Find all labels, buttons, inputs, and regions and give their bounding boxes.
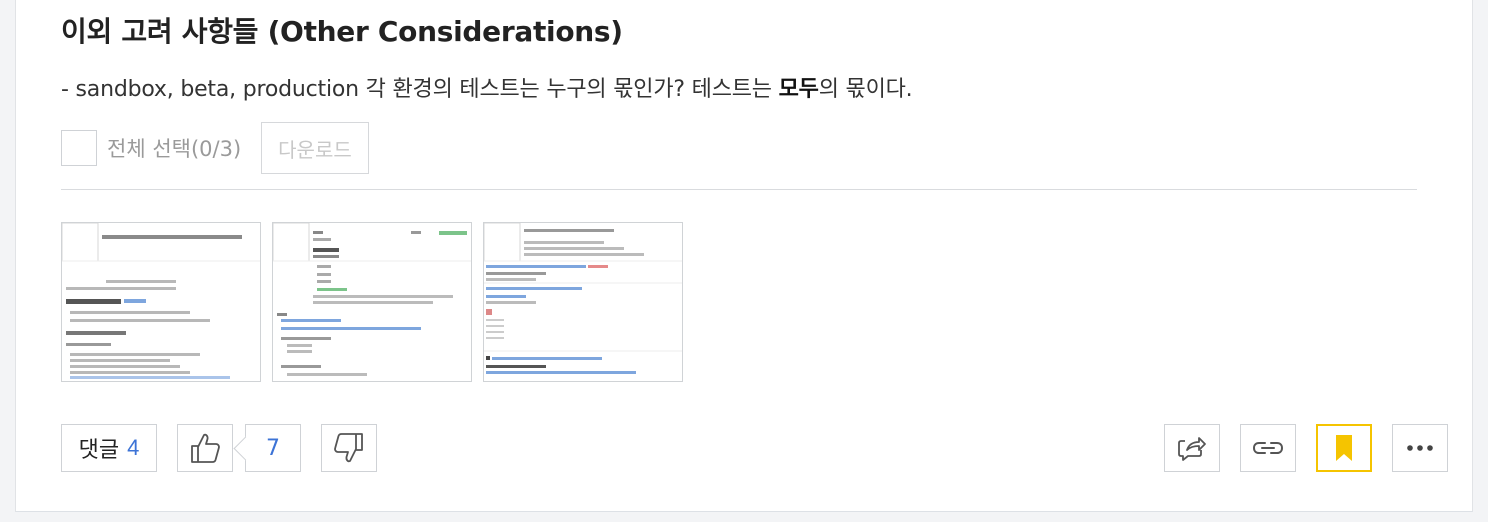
thumbs-down-icon xyxy=(334,433,363,463)
thumbs-up-icon xyxy=(191,433,220,463)
divider xyxy=(61,189,1417,190)
attachment-thumbnail[interactable] xyxy=(61,222,261,382)
post-actions xyxy=(1164,424,1448,472)
desc-text-after: 의 몫이다. xyxy=(818,77,913,102)
section-description: - sandbox, beta, production 각 환경의 테스트는 누… xyxy=(61,71,913,103)
comment-button[interactable]: 댓글 4 xyxy=(61,424,157,472)
like-count: 7 xyxy=(245,424,301,472)
dislike-button[interactable] xyxy=(321,424,377,472)
select-all-label[interactable]: 전체 선택(0/3) xyxy=(107,133,241,163)
desc-text-bold: 모두 xyxy=(778,77,819,102)
copy-link-button[interactable] xyxy=(1240,424,1296,472)
comment-label: 댓글 xyxy=(78,437,120,462)
download-button[interactable]: 다운로드 xyxy=(261,122,369,174)
attachment-thumbnail[interactable] xyxy=(483,222,683,382)
section-title: 이외 고려 사항들 (Other Considerations) xyxy=(61,15,623,48)
like-button[interactable] xyxy=(177,424,233,472)
bookmark-button[interactable] xyxy=(1316,424,1372,472)
select-all-checkbox[interactable] xyxy=(61,130,97,166)
attachment-thumbnails xyxy=(61,222,683,382)
comment-count: 4 xyxy=(127,435,140,460)
attachment-preview-image xyxy=(484,223,682,374)
more-button[interactable] xyxy=(1392,424,1448,472)
attachment-preview-image xyxy=(62,223,260,379)
attachment-thumbnail[interactable] xyxy=(272,222,472,382)
share-button[interactable] xyxy=(1164,424,1220,472)
page-background xyxy=(0,512,1488,522)
desc-text-before: - sandbox, beta, production 각 환경의 테스트는 누… xyxy=(61,77,779,102)
attachment-controls: 전체 선택(0/3) 다운로드 xyxy=(61,122,369,174)
attachment-preview-image xyxy=(273,223,471,376)
bookmark-icon xyxy=(1336,435,1352,461)
link-icon xyxy=(1252,442,1284,454)
share-icon xyxy=(1178,437,1206,461)
more-icon xyxy=(1407,445,1433,451)
post-reactions: 댓글 4 7 xyxy=(61,424,377,472)
